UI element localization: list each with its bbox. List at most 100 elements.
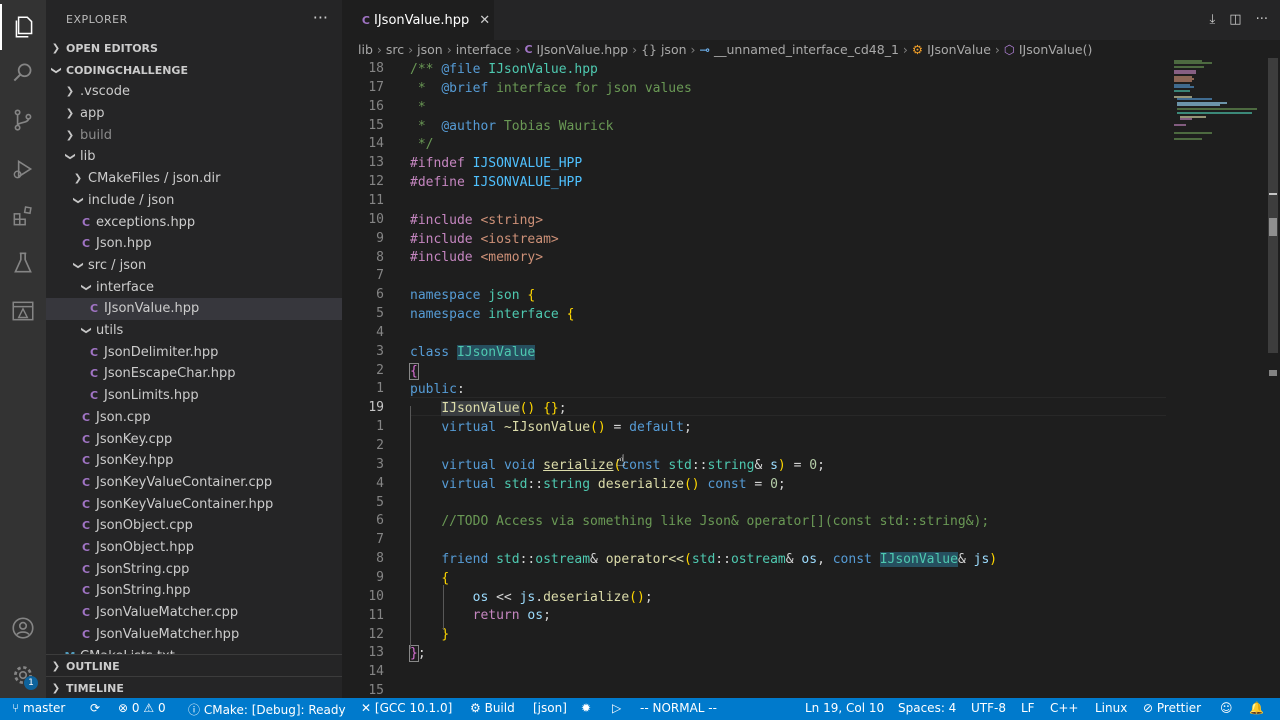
tree-file[interactable]: C JsonKey.cpp (46, 428, 342, 450)
breadcrumb-item[interactable]: IJsonValue.hpp (537, 42, 629, 57)
tree-file[interactable]: C IJsonValue.hpp (46, 298, 342, 320)
build-button[interactable]: ⚙ Build (470, 701, 515, 715)
cursor-position[interactable]: Ln 19, Col 10 (805, 701, 884, 715)
breadcrumb-item[interactable]: interface (456, 42, 512, 57)
chevron-down-icon: ❯ (72, 196, 84, 205)
line-number: 5 (376, 306, 384, 322)
line-number: 13 (368, 645, 384, 661)
language-mode[interactable]: C++ (1050, 701, 1079, 715)
code-editor[interactable]: 18 17 16 15 14 13 12 11 10 9 8 7 6 5 4 3 2 1 19 1 2 3 4 5 6 7 8 9 10… (342, 58, 1280, 698)
minimap[interactable] (1172, 58, 1262, 158)
tree-item-label: JsonEscapeChar.hpp (104, 366, 236, 382)
gear-icon: ⚙ (470, 701, 481, 715)
tree-file[interactable]: C JsonKeyValueContainer.cpp (46, 472, 342, 494)
vertical-scrollbar[interactable] (1266, 58, 1280, 698)
more-actions-icon[interactable]: ··· (313, 8, 328, 27)
breadcrumb-item[interactable]: __unnamed_interface_cd48_1 (714, 42, 899, 57)
section-outline[interactable]: ❯ OUTLINE (46, 654, 342, 677)
notifications-icon[interactable]: 🔔 (1249, 701, 1264, 715)
split-editor-icon[interactable]: ◫ (1229, 12, 1241, 27)
tree-file[interactable]: C Json.hpp (46, 233, 342, 255)
tree-folder[interactable]: ❯ utils (46, 320, 342, 342)
search-icon[interactable] (0, 50, 46, 96)
os-indicator[interactable]: Linux (1095, 701, 1127, 715)
tree-folder[interactable]: ❯ CMakeFiles / json.dir (46, 168, 342, 190)
tree-file[interactable]: C Json.cpp (46, 407, 342, 429)
run-debug-icon[interactable] (0, 146, 46, 192)
section-open-editors[interactable]: ❯ OPEN EDITORS (46, 37, 342, 59)
problems-indicator[interactable]: ⊗ 0 ⚠ 0 (118, 701, 166, 715)
cpp-icon: C (89, 345, 99, 359)
cmake-status[interactable]: ⓘ CMake: [Debug]: Ready (188, 701, 346, 718)
tree-file[interactable]: C JsonObject.cpp (46, 515, 342, 537)
testing-icon[interactable] (0, 240, 46, 286)
error-count: 0 (131, 701, 140, 715)
tree-folder[interactable]: ❯ include / json (46, 190, 342, 212)
line-ending[interactable]: LF (1021, 701, 1035, 715)
tree-file[interactable]: C JsonEscapeChar.hpp (46, 363, 342, 385)
section-timeline[interactable]: ❯ TIMELINE (46, 676, 342, 698)
breadcrumb-item[interactable]: src (386, 42, 404, 57)
tree-file[interactable]: C JsonString.hpp (46, 580, 342, 602)
indentation[interactable]: Spaces: 4 (898, 701, 956, 715)
cpp-icon: C (89, 389, 99, 403)
tree-folder[interactable]: ❯ build (46, 124, 342, 146)
tree-file[interactable]: C JsonValueMatcher.cpp (46, 602, 342, 624)
breadcrumb-item[interactable]: {} json (641, 42, 686, 57)
tree-file[interactable]: Cexceptions.hpp (46, 211, 342, 233)
extensions-icon[interactable] (0, 193, 46, 239)
tree-file[interactable]: C JsonKey.hpp (46, 450, 342, 472)
tree-folder[interactable]: ❯ lib (46, 146, 342, 168)
line-number: 8 (376, 249, 384, 265)
tree-item-label: JsonString.cpp (96, 561, 190, 577)
tree-file[interactable]: C JsonDelimiter.hpp (46, 341, 342, 363)
tree-file[interactable]: C JsonObject.hpp (46, 537, 342, 559)
line-number: 3 (376, 343, 384, 359)
tree-file[interactable]: C JsonKeyValueContainer.hpp (46, 493, 342, 515)
line-number: 1 (376, 381, 384, 397)
tree-file[interactable]: C JsonString.cpp (46, 558, 342, 580)
tree-folder[interactable]: ❯ .vscode (46, 81, 342, 103)
tree-folder[interactable]: ❯ interface (46, 276, 342, 298)
line-number: 12 (368, 174, 384, 190)
run-icon[interactable]: ▷ (612, 701, 621, 715)
tree-folder[interactable]: ❯ src / json (46, 255, 342, 277)
account-icon[interactable] (0, 605, 46, 651)
sync-icon[interactable]: ⟳ (90, 701, 100, 715)
tab-label: IJsonValue.hpp (374, 12, 470, 28)
prettier-status[interactable]: ⊘ Prettier (1143, 701, 1201, 715)
breadcrumb-item[interactable]: lib (358, 42, 373, 57)
kit-selector[interactable]: ✕ [GCC 10.1.0] (361, 701, 452, 715)
explorer-icon[interactable] (0, 4, 46, 50)
target-selector[interactable]: [json] (533, 701, 567, 715)
breadcrumb-item[interactable]: IJsonValue (927, 42, 991, 57)
close-icon[interactable]: ✕ (479, 13, 490, 28)
feedback-icon[interactable]: ☺ (1220, 701, 1233, 715)
activity-bar: 1 (0, 0, 46, 698)
cmake-icon[interactable] (0, 288, 46, 334)
cpp-icon: C (81, 627, 91, 641)
line-number: 1 (376, 419, 384, 435)
line-number: 6 (376, 513, 384, 529)
manage-gear-icon[interactable]: 1 (0, 652, 46, 698)
code-text[interactable]: /** @file IJsonValue.hpp * @brief interf… (409, 61, 997, 664)
more-actions-icon[interactable]: ··· (1256, 12, 1268, 27)
cmake-label: CMake: [Debug]: Ready (203, 703, 346, 717)
breadcrumb-item[interactable]: IJsonValue() (1019, 42, 1093, 57)
breadcrumb-item[interactable]: json (417, 42, 443, 57)
tree-file[interactable]: C JsonValueMatcher.hpp (46, 624, 342, 646)
branch-indicator[interactable]: ⑂ master (12, 701, 65, 715)
line-number: 11 (368, 192, 384, 208)
tree-item-label: Json.hpp (96, 236, 152, 252)
tree-file[interactable]: C JsonLimits.hpp (46, 385, 342, 407)
encoding[interactable]: UTF-8 (971, 701, 1006, 715)
editor-actions: ⤓ ◫ ··· (1210, 12, 1268, 27)
tab-ijsonvalue[interactable]: C IJsonValue.hpp ✕ (342, 0, 494, 40)
tree-item-label: lib (80, 149, 96, 165)
debug-icon[interactable]: ✹ (581, 701, 591, 715)
source-control-icon[interactable] (0, 97, 46, 143)
line-number: 6 (376, 287, 384, 303)
tree-folder[interactable]: ❯ app (46, 103, 342, 125)
section-workspace[interactable]: ❯ CODINGCHALLENGE (46, 59, 342, 81)
open-changes-icon[interactable]: ⤓ (1210, 12, 1216, 27)
